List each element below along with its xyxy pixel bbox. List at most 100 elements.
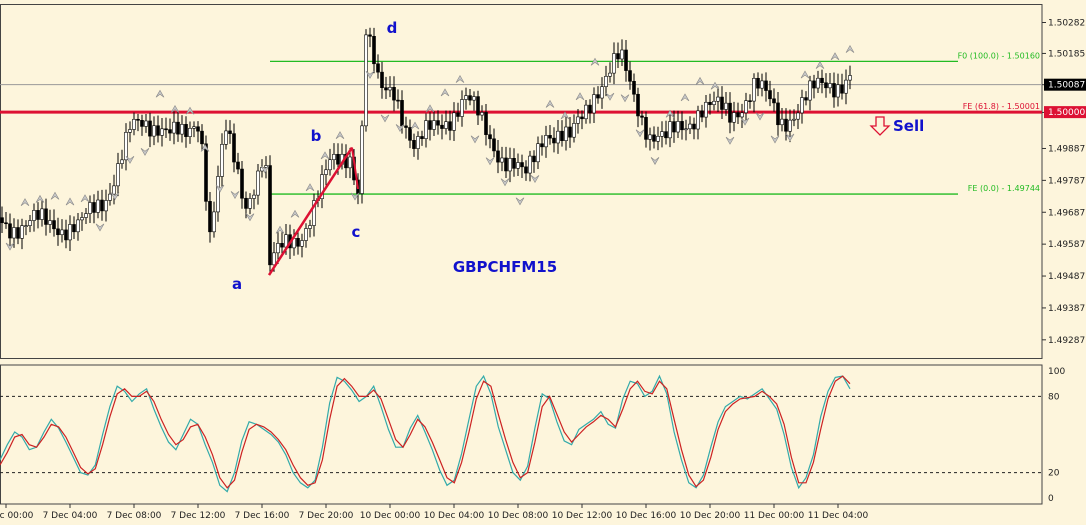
candle-body [684, 128, 688, 131]
candle-body [156, 125, 160, 136]
wave-label-a: a [232, 275, 242, 293]
candle-body [456, 112, 460, 117]
candle-body [604, 75, 608, 87]
candle-body [552, 137, 556, 144]
price-tick-label: 1.50282 [1048, 18, 1085, 28]
candle-body [632, 81, 636, 95]
fractal-up-marker [815, 60, 825, 69]
candle-body [424, 120, 428, 139]
candle-body [100, 199, 104, 212]
candle-body [644, 117, 648, 140]
candle-body [336, 154, 340, 165]
candle-body [444, 121, 448, 129]
candle-body [256, 170, 260, 196]
fractal-up-marker [65, 197, 75, 206]
candle-body [116, 163, 120, 187]
candle-body [232, 133, 236, 163]
candle-body [580, 116, 584, 120]
candle-body [752, 77, 756, 102]
candle-body [464, 95, 468, 100]
time-tick-label: 10 Dec 00:00 [360, 511, 421, 521]
candle-body [764, 80, 768, 91]
candle-body [792, 118, 796, 121]
candle-body [88, 202, 92, 214]
level-label-2: FE (0.0) - 1.49744 [968, 184, 1040, 193]
candle-body [688, 123, 692, 130]
candle-body [472, 96, 476, 101]
time-tick-label: 11 Dec 04:00 [808, 511, 869, 521]
candle-body [300, 240, 304, 247]
fractal-up-marker [320, 151, 330, 160]
fractal-up-marker [440, 88, 450, 97]
fractal-down-marker [650, 157, 660, 165]
candle-body [192, 126, 196, 129]
fractal-down-marker [380, 114, 390, 123]
oscillator-tick-label: 20 [1048, 469, 1060, 479]
fractal-down-marker [530, 175, 540, 184]
fractal-down-marker [470, 135, 480, 144]
candle-body [204, 143, 208, 202]
time-tick-label: 10 Dec 04:00 [424, 511, 485, 521]
candle-body [408, 127, 412, 141]
candle-body [848, 75, 852, 81]
time-tick-label: 7 Dec 16:00 [235, 511, 290, 521]
candle-body [36, 210, 40, 220]
candle-body [656, 135, 660, 142]
candle-body [4, 222, 8, 225]
candle-body [652, 134, 656, 142]
fractal-down-marker [140, 148, 150, 156]
time-tick-label: 10 Dec 08:00 [488, 511, 549, 521]
candle-body [92, 202, 96, 213]
candle-body [448, 121, 452, 131]
candle-body [512, 158, 516, 169]
candle-body [620, 49, 624, 60]
candle-body [28, 220, 32, 226]
fibonacci-levels: F0 (100.0) - 1.50160 FE (61.8) - 1.50001 F… [0, 51, 1042, 195]
candle-body [556, 130, 560, 144]
candle-body [496, 150, 500, 163]
candle-body [720, 96, 724, 110]
level-price-label: 1.50000 [1048, 108, 1085, 118]
candle-body [8, 223, 12, 239]
candle-body [528, 155, 532, 174]
candle-body [160, 128, 164, 136]
candle-body [384, 87, 388, 91]
candle-body [220, 144, 224, 177]
candle-body [324, 169, 328, 175]
candle-body [696, 110, 700, 130]
candle-body [32, 210, 36, 221]
oscillator-frame [0, 364, 1043, 505]
candle-body [420, 136, 424, 139]
time-tick-label: 7 Dec 00:00 [0, 511, 34, 521]
fractal-down-marker [635, 129, 645, 138]
candle-body [488, 134, 492, 140]
candle-body [784, 118, 788, 132]
price-tick-label: 1.49487 [1048, 272, 1085, 282]
time-tick-label: 7 Dec 04:00 [43, 511, 98, 521]
candle-body [44, 208, 48, 225]
candle-body [40, 208, 44, 220]
candle-body [112, 185, 116, 195]
candle-body [608, 72, 612, 77]
candle-body [184, 124, 188, 137]
candle-body [140, 120, 144, 127]
candle-body [532, 155, 536, 163]
fractal-down-marker [605, 92, 615, 101]
price-tick-label: 1.50185 [1048, 49, 1085, 59]
candle-body [248, 198, 252, 209]
sell-arrow-icon [869, 116, 891, 136]
candle-body [536, 143, 540, 163]
fractal-markers [5, 45, 855, 251]
candle-body [148, 120, 152, 137]
candle-body [716, 96, 720, 102]
candle-body [132, 118, 136, 130]
candle-body [72, 224, 76, 233]
candle-body [428, 120, 432, 130]
price-tick-label: 1.49787 [1048, 176, 1085, 186]
main-price-panel [0, 4, 1043, 359]
wave-label-b: b [311, 127, 322, 145]
candle-body [692, 123, 696, 130]
level-label-0: F0 (100.0) - 1.50160 [958, 51, 1040, 60]
candle-body [388, 87, 392, 91]
main-panel-frame [0, 4, 1043, 359]
